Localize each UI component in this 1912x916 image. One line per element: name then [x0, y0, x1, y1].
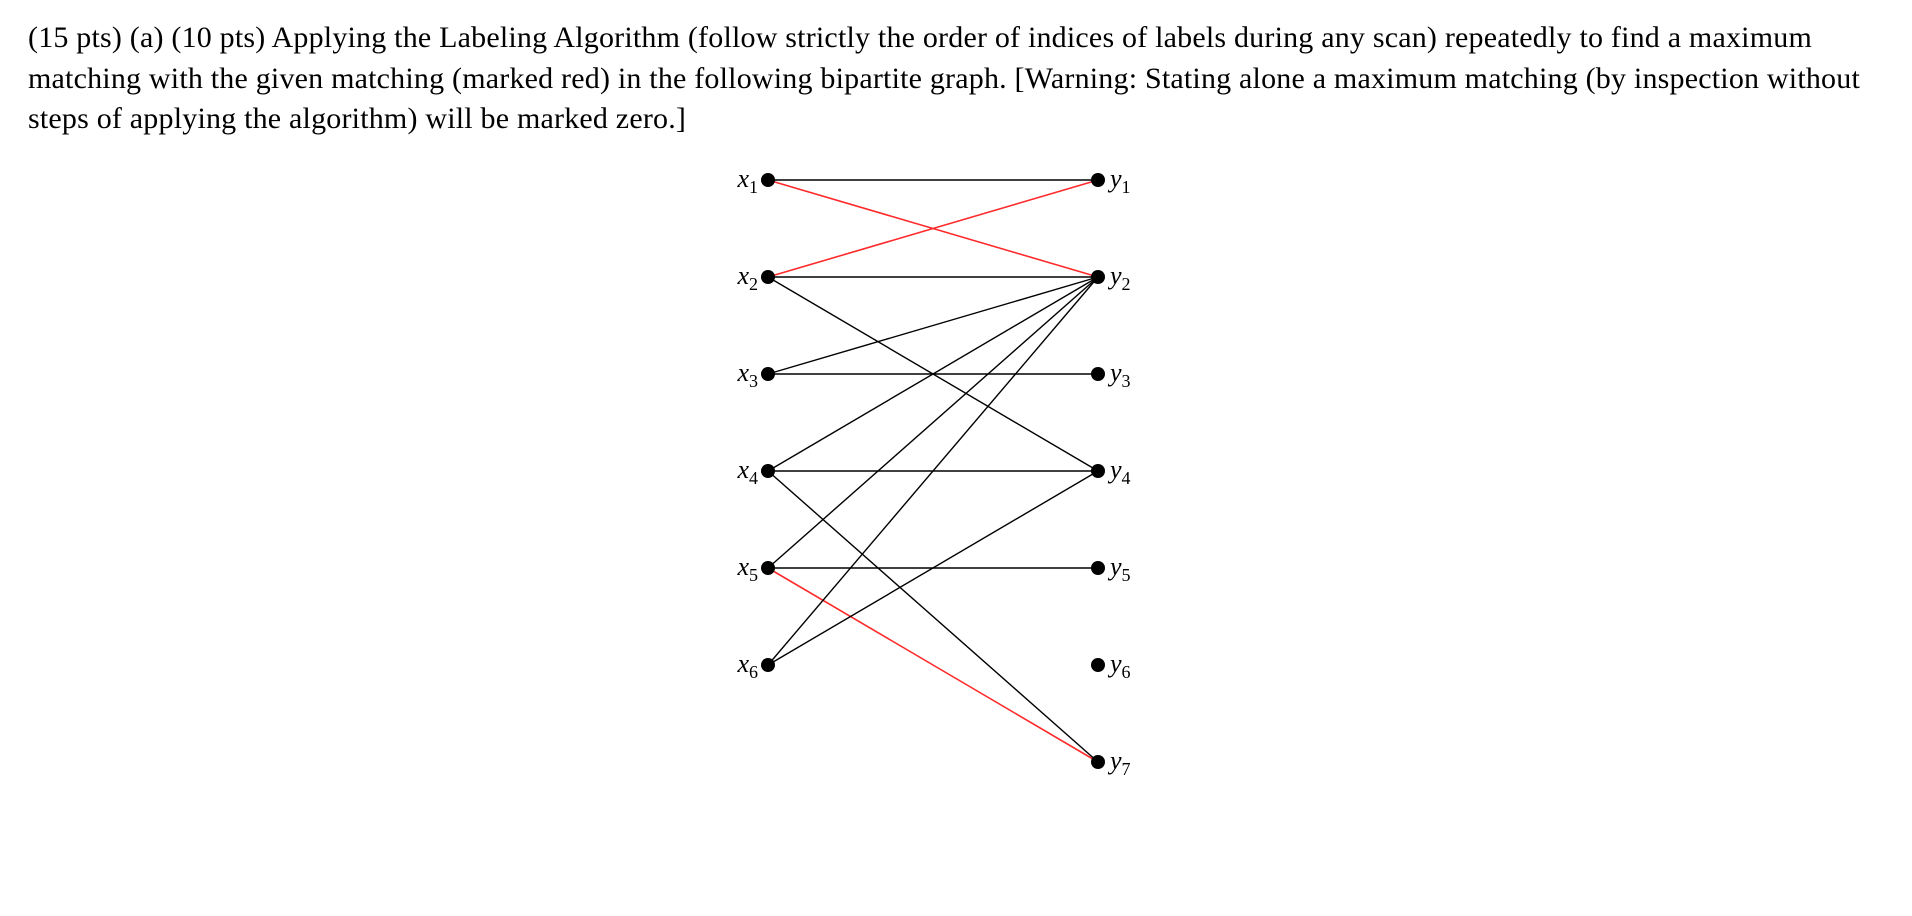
vertex-y3	[1091, 367, 1105, 381]
vertex-label-y2: y2	[1110, 261, 1131, 291]
vertex-label-y7: y7	[1110, 746, 1131, 776]
vertex-label-x5: x5	[718, 552, 758, 582]
vertex-label-y3: y3	[1110, 358, 1131, 388]
edge-x5-y7-matched	[768, 568, 1098, 762]
vertex-label-y6: y6	[1110, 649, 1131, 679]
question-text: (15 pts) (a) (10 pts) Applying the Label…	[28, 18, 1884, 140]
vertex-y2	[1091, 270, 1105, 284]
vertex-y6	[1091, 658, 1105, 672]
vertex-x2	[761, 270, 775, 284]
vertex-x5	[761, 561, 775, 575]
vertex-y1	[1091, 173, 1105, 187]
page-root: (15 pts) (a) (10 pts) Applying the Label…	[0, 0, 1912, 916]
bipartite-graph: x1 x2 x3 x4 x5 x6 y1 y2 y3 y4 y5 y6 y7	[28, 140, 1912, 880]
vertex-x1	[761, 173, 775, 187]
vertex-label-x3: x3	[718, 358, 758, 388]
vertex-y5	[1091, 561, 1105, 575]
vertex-label-x1: x1	[718, 164, 758, 194]
vertex-label-x4: x4	[718, 455, 758, 485]
graph-svg	[28, 140, 1912, 880]
vertex-label-x2: x2	[718, 261, 758, 291]
vertex-y4	[1091, 464, 1105, 478]
vertex-x6	[761, 658, 775, 672]
vertex-label-y5: y5	[1110, 552, 1131, 582]
vertex-label-y1: y1	[1110, 164, 1131, 194]
edge-x4-y7	[768, 471, 1098, 762]
vertex-label-y4: y4	[1110, 455, 1131, 485]
vertex-label-x6: x6	[718, 649, 758, 679]
vertex-y7	[1091, 755, 1105, 769]
edge-x3-y2	[768, 277, 1098, 374]
edge-x5-y2	[768, 277, 1098, 568]
vertex-x4	[761, 464, 775, 478]
vertex-x3	[761, 367, 775, 381]
